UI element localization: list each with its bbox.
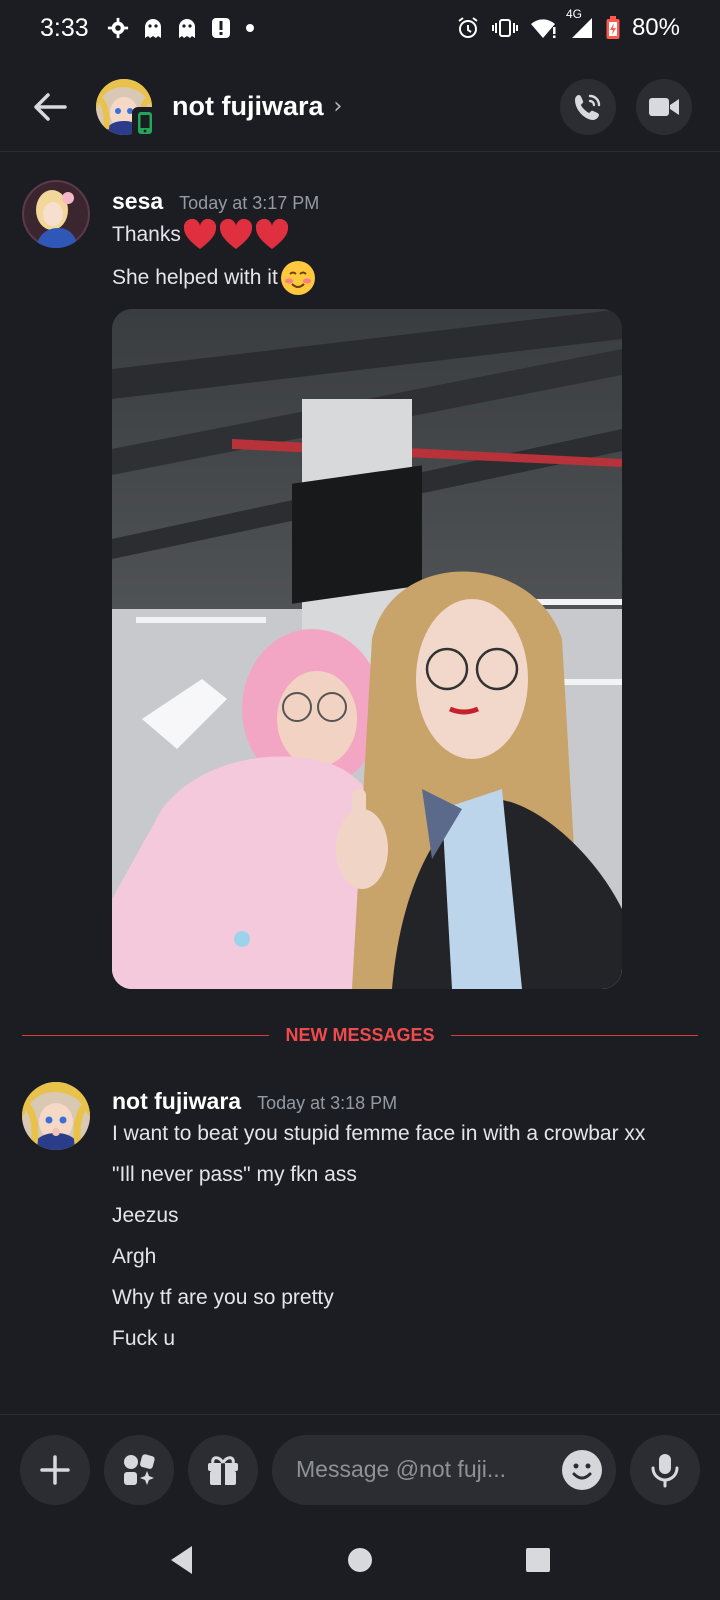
battery-percent: 80%: [631, 14, 680, 41]
settings-gear-icon: [107, 17, 129, 39]
message-text: I want to beat you stupid femme face in …: [112, 1122, 646, 1145]
avatar[interactable]: [22, 1082, 90, 1150]
page-title[interactable]: not fujiwara: [172, 91, 324, 122]
vibrate-icon: [491, 18, 518, 38]
divider-line: [450, 1034, 698, 1036]
divider-label: NEW MESSAGES: [285, 1024, 435, 1045]
nav-recents-button[interactable]: [524, 1546, 552, 1578]
arrow-left-icon: [34, 92, 67, 121]
chevron-right-icon[interactable]: ›: [334, 94, 343, 119]
message-timestamp: Today at 3:18 PM: [257, 1093, 398, 1113]
new-messages-divider: NEW MESSAGES: [22, 1020, 698, 1050]
message-author[interactable]: sesa: [112, 188, 163, 215]
message-input-placeholder: Message @not fuji...: [296, 1456, 506, 1482]
message-composer: Message @not fuji...: [0, 1414, 720, 1524]
wifi-icon: [530, 17, 558, 39]
video-call-button[interactable]: [636, 78, 692, 135]
avatar[interactable]: [22, 180, 90, 248]
nav-back-button[interactable]: [168, 1544, 196, 1580]
add-attachment-button[interactable]: [20, 1434, 90, 1505]
alarm-icon: [456, 16, 480, 40]
apps-button[interactable]: [104, 1434, 174, 1505]
gift-button[interactable]: [188, 1434, 258, 1505]
battery-icon: [606, 16, 620, 40]
message-timestamp: Today at 3:17 PM: [179, 193, 320, 213]
emoji-picker-button[interactable]: [562, 1449, 602, 1490]
microphone-icon: [651, 1453, 679, 1487]
status-bar: 3:33 4G 80%: [0, 0, 720, 56]
voice-call-button[interactable]: [560, 78, 616, 135]
signal-icon: 4G: [566, 7, 594, 39]
notification-dot-icon: [245, 23, 255, 33]
nav-home-button[interactable]: [346, 1546, 374, 1578]
square-recents-icon: [526, 1548, 550, 1572]
ghost-icon: [177, 17, 197, 39]
network-type: 4G: [565, 7, 582, 21]
header-avatar[interactable]: [96, 78, 158, 139]
message-text: Why tf are you so pretty: [112, 1286, 334, 1309]
message-text: Argh: [112, 1245, 157, 1268]
circle-home-icon: [348, 1548, 372, 1572]
message-text: She helped with it: [112, 260, 316, 296]
ghost-icon: [143, 17, 163, 39]
message-text: Fuck u: [112, 1327, 176, 1350]
divider-line: [22, 1034, 270, 1036]
message-text: "Ill never pass" my fkn ass: [112, 1163, 357, 1186]
message-image-attachment[interactable]: [112, 309, 622, 989]
message-text: Thanks: [112, 218, 293, 252]
back-button[interactable]: [28, 85, 72, 129]
message-author[interactable]: not fujiwara: [112, 1088, 241, 1115]
message-input[interactable]: Message @not fuji...: [272, 1434, 616, 1505]
smiley-icon: [572, 1463, 592, 1479]
heart-emoji-icon: [183, 218, 293, 252]
smiling-blush-emoji-icon: [280, 260, 316, 296]
system-navigation-bar: [0, 1524, 720, 1600]
phone-call-icon: [575, 94, 601, 120]
mobile-status-icon: [132, 106, 158, 139]
triangle-back-icon: [171, 1546, 192, 1574]
gift-icon: [208, 1455, 238, 1485]
alert-icon: [211, 17, 231, 39]
chat-header: not fujiwara ›: [0, 62, 720, 152]
plus-icon: [40, 1454, 70, 1485]
video-camera-icon: [649, 97, 679, 116]
status-time: 3:33: [40, 13, 89, 42]
apps-icon: [124, 1453, 155, 1485]
voice-message-button[interactable]: [630, 1434, 700, 1505]
message-text: Jeezus: [112, 1204, 179, 1227]
